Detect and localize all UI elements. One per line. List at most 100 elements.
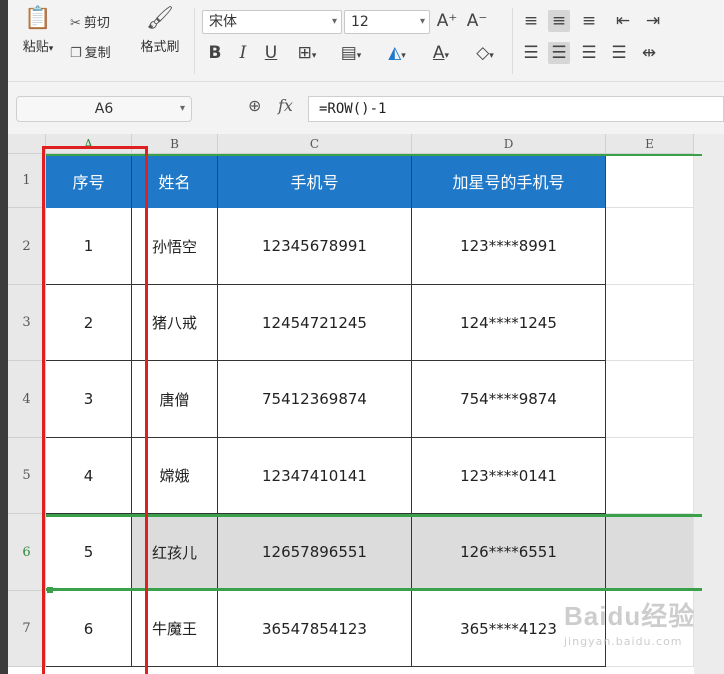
indent-icon: ⇥ xyxy=(645,11,661,31)
copy-button[interactable]: ❐ 复制 xyxy=(70,42,111,61)
cell-name[interactable]: 孙悟空 xyxy=(132,208,218,285)
header-cell-name[interactable]: 姓名 xyxy=(132,154,218,208)
borders-button[interactable]: ⊞▾ xyxy=(290,42,324,67)
formula-input[interactable]: =ROW()-1 xyxy=(308,96,724,122)
chevron-down-icon: ▾ xyxy=(331,16,337,27)
cell-seq[interactable]: 1 xyxy=(46,208,132,285)
cell-name[interactable]: 嫦娥 xyxy=(132,438,218,514)
header-cell-phone[interactable]: 手机号 xyxy=(218,154,412,208)
align-bottom-button[interactable]: ≡ xyxy=(578,10,600,32)
cell-name[interactable]: 红孩儿 xyxy=(132,514,218,591)
align-left-button[interactable]: ☰ xyxy=(520,42,542,64)
chevron-down-icon: ▾ xyxy=(179,103,185,114)
align-top-button[interactable]: ≡ xyxy=(520,10,542,32)
function-button[interactable]: fx xyxy=(278,96,293,115)
align-right-icon: ☰ xyxy=(581,43,597,63)
align-right-button[interactable]: ☰ xyxy=(578,42,600,64)
format-painter-label: 格式刷 xyxy=(140,40,180,55)
underline-button[interactable]: U xyxy=(260,42,282,64)
align-top-icon: ≡ xyxy=(523,11,539,31)
active-cell-seq[interactable]: 5 xyxy=(46,514,132,591)
cell-masked[interactable]: 123****0141 xyxy=(412,438,606,514)
font-name-select[interactable]: 宋体 ▾ xyxy=(202,10,342,34)
cell-style-icon: ▤ xyxy=(340,43,357,63)
formula-bar: A6 ▾ ⊕ fx =ROW()-1 xyxy=(8,90,724,126)
paste-label: 粘贴 xyxy=(22,40,49,55)
chevron-down-icon: ▾ xyxy=(419,16,425,27)
justify-button[interactable]: ☰ xyxy=(608,42,630,64)
row-header-7[interactable]: 7 xyxy=(8,591,46,667)
magnifier-icon[interactable]: ⊕ xyxy=(248,96,261,115)
row-header-4[interactable]: 4 xyxy=(8,361,46,438)
row-header-2[interactable]: 2 xyxy=(8,208,46,285)
empty-cell[interactable] xyxy=(606,361,694,438)
column-header-a[interactable]: A xyxy=(46,134,132,154)
bold-button[interactable]: B xyxy=(204,42,226,64)
column-header-e[interactable]: E xyxy=(606,134,694,154)
column-header-c[interactable]: C xyxy=(218,134,412,154)
empty-cell[interactable] xyxy=(606,438,694,514)
cell-masked[interactable]: 124****1245 xyxy=(412,285,606,361)
row-header-6[interactable]: 6 xyxy=(8,514,46,591)
decrease-indent-button[interactable]: ⇤ xyxy=(612,10,634,32)
cell-name[interactable]: 唐僧 xyxy=(132,361,218,438)
paintbrush-icon: 🖌 xyxy=(146,6,174,31)
header-cell-masked[interactable]: 加星号的手机号 xyxy=(412,154,606,208)
row-header-3[interactable]: 3 xyxy=(8,285,46,361)
empty-cell[interactable] xyxy=(606,154,694,208)
format-painter-button[interactable]: 🖌 格式刷 xyxy=(136,6,184,55)
cut-button[interactable]: ✂ 剪切 xyxy=(70,12,110,31)
align-center-button[interactable]: ☰ xyxy=(548,42,570,64)
shrink-font-button[interactable]: A⁻ xyxy=(466,10,488,32)
copy-icon: ❐ xyxy=(70,46,82,61)
fill-handle[interactable] xyxy=(47,587,53,593)
cell-masked[interactable]: 123****8991 xyxy=(412,208,606,285)
font-size-select[interactable]: 12 ▾ xyxy=(344,10,430,34)
worksheet-grid[interactable]: A B C D E 1 2 3 4 5 6 7 序号 姓名 手机号 加星号的手机… xyxy=(8,134,694,674)
cell-phone[interactable]: 12657896551 xyxy=(218,514,412,591)
name-box[interactable]: A6 ▾ xyxy=(16,96,192,122)
column-header-d[interactable]: D xyxy=(412,134,606,154)
cell-masked[interactable]: 754****9874 xyxy=(412,361,606,438)
cell-masked[interactable]: 126****6551 xyxy=(412,514,606,591)
cell-phone[interactable]: 12454721245 xyxy=(218,285,412,361)
cell-seq[interactable]: 3 xyxy=(46,361,132,438)
font-color-button[interactable]: A▾ xyxy=(424,42,458,67)
border-grid-icon: ⊞ xyxy=(297,43,312,63)
empty-cell[interactable] xyxy=(606,285,694,361)
empty-cell[interactable] xyxy=(606,514,694,591)
cell-phone[interactable]: 75412369874 xyxy=(218,361,412,438)
clear-button[interactable]: ◇▾ xyxy=(468,42,502,67)
empty-cell[interactable] xyxy=(606,208,694,285)
column-header-b[interactable]: B xyxy=(132,134,218,154)
header-cell-seq[interactable]: 序号 xyxy=(46,154,132,208)
fill-color-button[interactable]: ◭▾ xyxy=(380,42,414,67)
cell-masked[interactable]: 365****4123 xyxy=(412,591,606,667)
align-left-icon: ☰ xyxy=(523,43,539,63)
empty-cell[interactable] xyxy=(606,591,694,667)
cell-name[interactable]: 牛魔王 xyxy=(132,591,218,667)
italic-button[interactable]: I xyxy=(232,42,254,64)
justify-icon: ☰ xyxy=(611,43,627,63)
cell-seq[interactable]: 6 xyxy=(46,591,132,667)
cell-phone[interactable]: 12347410141 xyxy=(218,438,412,514)
cell-seq[interactable]: 2 xyxy=(46,285,132,361)
cell-name[interactable]: 猪八戒 xyxy=(132,285,218,361)
align-middle-button[interactable]: ≡ xyxy=(548,10,570,32)
cell-phone[interactable]: 12345678991 xyxy=(218,208,412,285)
grow-font-button[interactable]: A⁺ xyxy=(436,10,458,32)
row-header-5[interactable]: 5 xyxy=(8,438,46,514)
scissors-icon: ✂ xyxy=(70,16,81,31)
ribbon-divider xyxy=(512,8,513,74)
increase-indent-button[interactable]: ⇥ xyxy=(642,10,664,32)
clipboard-icon: 📋 xyxy=(24,6,52,31)
outdent-icon: ⇤ xyxy=(615,11,631,31)
distribute-button[interactable]: ⇹ xyxy=(638,42,660,64)
cell-style-button[interactable]: ▤▾ xyxy=(334,42,368,67)
cell-seq[interactable]: 4 xyxy=(46,438,132,514)
paste-button[interactable]: 📋 粘贴▾ xyxy=(18,6,58,55)
select-all-corner[interactable] xyxy=(8,134,46,154)
row-header-1[interactable]: 1 xyxy=(8,154,46,208)
vertical-scrollbar[interactable] xyxy=(694,134,724,674)
cell-phone[interactable]: 36547854123 xyxy=(218,591,412,667)
